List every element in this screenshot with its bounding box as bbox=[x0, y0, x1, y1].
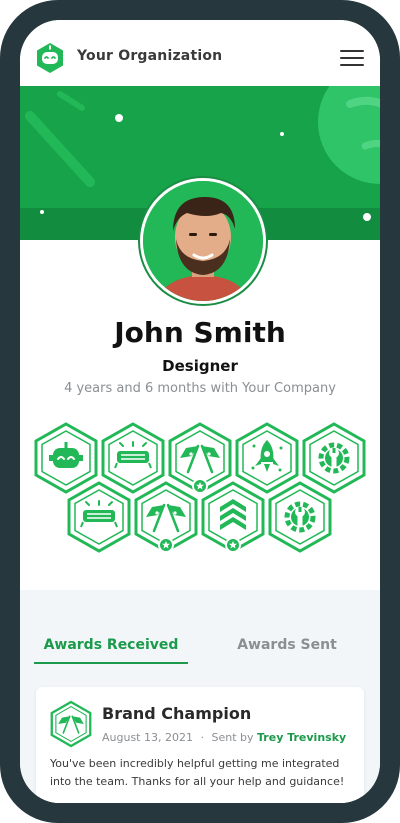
robot-logo-icon bbox=[37, 43, 63, 73]
profile-tenure: 4 years and 6 months with Your Company bbox=[64, 381, 336, 396]
tab-awards-sent[interactable]: Awards Sent bbox=[210, 637, 364, 653]
app-header: Your Organization bbox=[20, 20, 380, 86]
profile-name: John Smith bbox=[114, 316, 286, 349]
profile-role: Designer bbox=[162, 357, 238, 375]
glasses-badge-icon[interactable] bbox=[67, 481, 131, 553]
gear-wrench-badge-icon[interactable] bbox=[268, 481, 332, 553]
flags-star-badge-icon[interactable] bbox=[134, 481, 198, 553]
rocket-badge-icon[interactable] bbox=[235, 422, 299, 494]
award-sender[interactable]: Trey Trevinsky bbox=[257, 731, 346, 744]
award-message: You've been incredibly helpful getting m… bbox=[50, 757, 345, 788]
award-date: August 13, 2021 bbox=[102, 731, 193, 744]
hamburger-icon bbox=[340, 50, 364, 52]
award-card[interactable]: Brand Champion August 13, 2021 · Sent by… bbox=[36, 687, 364, 803]
menu-button[interactable] bbox=[340, 50, 364, 68]
organization-name[interactable]: Your Organization bbox=[77, 48, 222, 64]
glasses-badge-icon[interactable] bbox=[101, 422, 165, 494]
sent-by-label: Sent by bbox=[211, 731, 254, 744]
app-screen: Your Organization John Smith Designer 4 … bbox=[20, 20, 380, 803]
robot-badge-icon[interactable] bbox=[34, 422, 98, 494]
gear-wrench-badge-icon[interactable] bbox=[302, 422, 366, 494]
tab-awards-received[interactable]: Awards Received bbox=[34, 637, 188, 653]
profile-avatar bbox=[140, 178, 266, 304]
award-title: Brand Champion bbox=[102, 704, 252, 723]
active-tab-indicator bbox=[34, 662, 188, 664]
award-meta: August 13, 2021 · Sent by Trey Trevinsky bbox=[102, 731, 346, 744]
meta-separator: · bbox=[200, 731, 204, 744]
flags-badge-icon bbox=[50, 700, 92, 748]
chevrons-star-badge-icon[interactable] bbox=[201, 481, 265, 553]
flags-star-badge-icon[interactable] bbox=[168, 422, 232, 494]
badge-grid bbox=[34, 422, 366, 553]
device-frame: Your Organization John Smith Designer 4 … bbox=[0, 0, 400, 823]
